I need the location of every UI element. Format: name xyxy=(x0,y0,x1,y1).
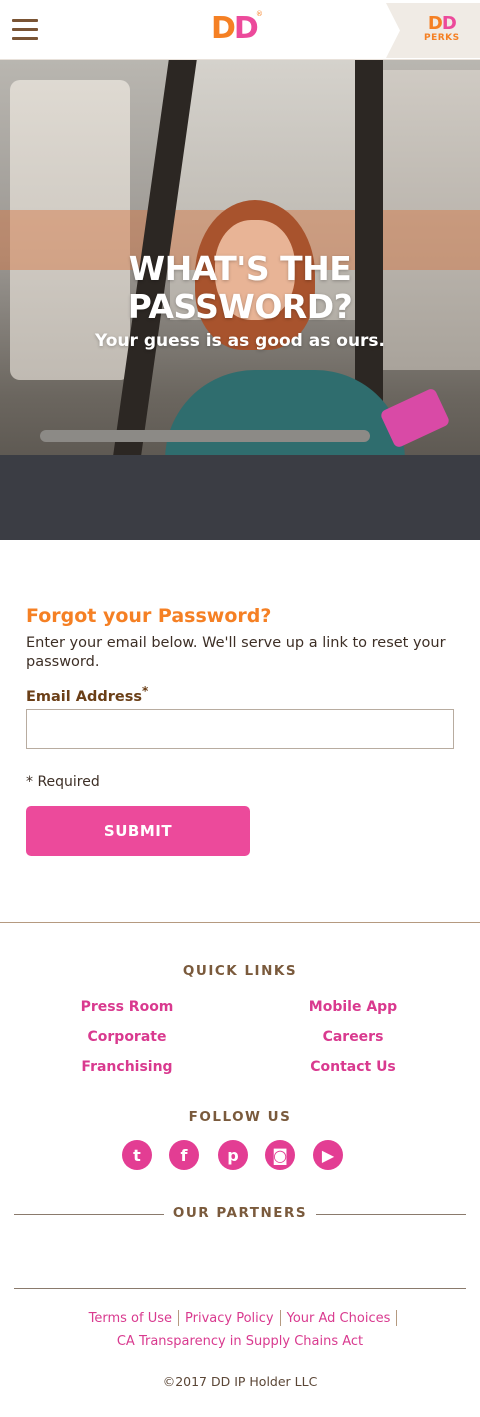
pinterest-icon[interactable]: p xyxy=(218,1140,248,1170)
youtube-icon[interactable]: ▶ xyxy=(313,1140,343,1170)
hamburger-menu-icon[interactable] xyxy=(12,19,38,41)
form-title: Forgot your Password? xyxy=(26,605,272,627)
link-careers[interactable]: Careers xyxy=(253,1029,453,1045)
privacy-policy-link[interactable]: Privacy Policy xyxy=(179,1311,280,1326)
hero-subtitle: Your guess is as good as ours. xyxy=(94,331,386,351)
social-links: t f p ◙ ▶ xyxy=(0,1140,480,1170)
link-contact-us[interactable]: Contact Us xyxy=(253,1059,453,1075)
perks-logo: DD xyxy=(427,13,457,34)
footer-divider xyxy=(0,922,480,923)
terms-of-use-link[interactable]: Terms of Use xyxy=(83,1311,178,1326)
hero-title: WHAT'S THE PASSWORD? xyxy=(127,249,353,326)
facebook-icon[interactable]: f xyxy=(169,1140,199,1170)
quick-links-heading: QUICK LINKS xyxy=(182,963,298,979)
link-franchising[interactable]: Franchising xyxy=(27,1059,227,1075)
partners-heading: OUR PARTNERS xyxy=(172,1205,308,1221)
link-press-room[interactable]: Press Room xyxy=(27,999,227,1015)
link-mobile-app[interactable]: Mobile App xyxy=(253,999,453,1015)
legal-divider xyxy=(14,1288,466,1289)
perks-label: PERKS xyxy=(424,33,460,43)
form-description: Enter your email below. We'll serve up a… xyxy=(26,635,446,670)
required-note: * Required xyxy=(26,774,100,790)
email-label: Email Address* xyxy=(26,684,149,705)
twitter-icon[interactable]: t xyxy=(122,1140,152,1170)
ad-choices-link[interactable]: Your Ad Choices xyxy=(281,1311,397,1326)
copyright: ©2017 DD IP Holder LLC xyxy=(162,1374,318,1389)
site-header: DD ® DD PERKS xyxy=(0,0,480,60)
ca-transparency-link[interactable]: CA Transparency in Supply Chains Act xyxy=(0,1334,480,1349)
instagram-icon[interactable]: ◙ xyxy=(265,1140,295,1170)
dunkin-logo[interactable]: DD ® xyxy=(211,10,263,46)
email-field[interactable] xyxy=(26,709,454,749)
partners-line-right xyxy=(316,1214,466,1215)
dd-perks-tab[interactable]: DD PERKS xyxy=(386,3,480,58)
follow-us-heading: FOLLOW US xyxy=(188,1109,292,1125)
link-corporate[interactable]: Corporate xyxy=(27,1029,227,1045)
submit-button[interactable]: SUBMIT xyxy=(26,806,250,856)
legal-links: Terms of Use Privacy Policy Your Ad Choice… xyxy=(0,1310,480,1326)
hero-banner: WHAT'S THE PASSWORD? Your guess is as go… xyxy=(0,60,480,540)
